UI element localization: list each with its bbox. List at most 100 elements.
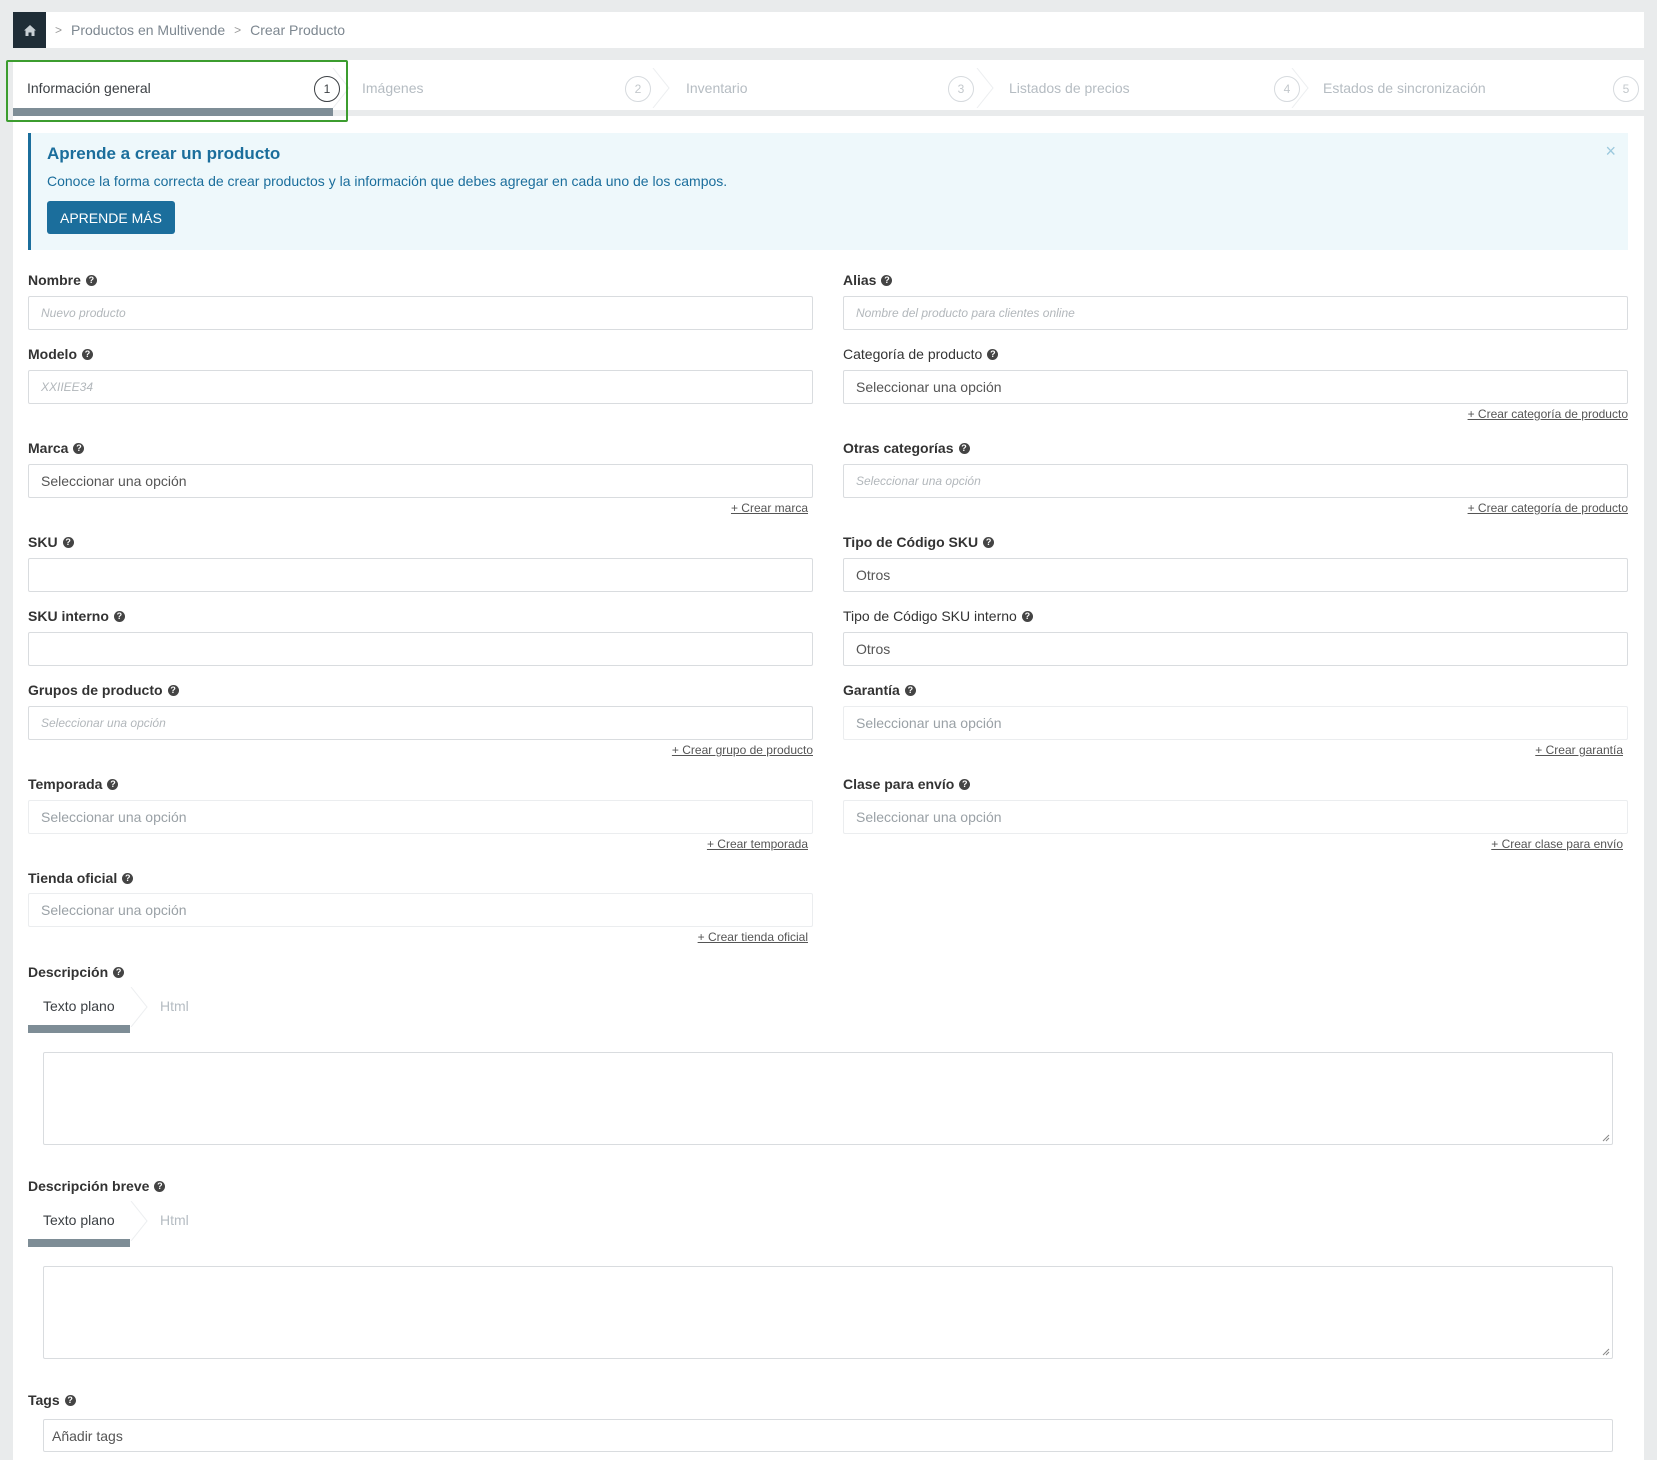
- help-icon[interactable]: ?: [983, 536, 995, 548]
- tab-html[interactable]: Html: [160, 1201, 189, 1239]
- create-brand-link[interactable]: + Crear marca: [628, 501, 808, 515]
- help-icon[interactable]: ?: [1021, 610, 1033, 622]
- help-icon[interactable]: ?: [959, 778, 971, 790]
- label-text: Tipo de Código SKU: [843, 534, 979, 550]
- help-icon[interactable]: ?: [64, 1394, 76, 1406]
- label-text: SKU: [28, 534, 58, 550]
- descripcion-format-tabs: Texto plano Html: [28, 987, 328, 1033]
- help-icon[interactable]: ?: [73, 442, 85, 454]
- help-icon[interactable]: ?: [904, 684, 916, 696]
- tags-input[interactable]: Añadir tags: [43, 1419, 1613, 1452]
- create-official-store-link[interactable]: + Crear tienda oficial: [628, 930, 808, 944]
- descripcion-breve-format-tabs: Texto plano Html: [28, 1201, 328, 1247]
- create-shipping-class-link[interactable]: + Crear clase para envío: [1423, 837, 1623, 851]
- otras-categorias-label: Otras categorías?: [843, 440, 970, 456]
- label-text: SKU interno: [28, 608, 109, 624]
- create-category-link-2[interactable]: + Crear categoría de producto: [1408, 501, 1628, 515]
- create-category-link[interactable]: + Crear categoría de producto: [1408, 407, 1628, 421]
- tipo-sku-interno-value: Otros: [856, 641, 891, 657]
- help-icon[interactable]: ?: [82, 348, 93, 360]
- breadcrumb-item-products[interactable]: Productos en Multivende: [71, 22, 225, 38]
- help-icon[interactable]: ?: [122, 872, 134, 884]
- tipo-sku-value: Otros: [856, 567, 891, 583]
- step-number-badge: 5: [1613, 76, 1639, 102]
- tienda-placeholder: Seleccionar una opción: [41, 902, 187, 918]
- sku-input[interactable]: [28, 558, 813, 592]
- active-subtab-indicator: [28, 1239, 130, 1247]
- tab-arrow-divider: [130, 987, 148, 1027]
- help-icon[interactable]: ?: [958, 442, 970, 454]
- alert-title: Aprende a crear un producto: [47, 144, 281, 163]
- help-icon[interactable]: ?: [987, 348, 999, 360]
- help-icon[interactable]: ?: [62, 536, 74, 548]
- create-warranty-link[interactable]: + Crear garantía: [1443, 743, 1623, 757]
- create-product-group-link[interactable]: + Crear grupo de producto: [613, 743, 813, 757]
- label-text: Tags: [28, 1392, 60, 1408]
- descripcion-textarea[interactable]: [43, 1052, 1613, 1145]
- help-icon[interactable]: ?: [107, 778, 119, 790]
- sku-interno-label: SKU interno?: [28, 608, 125, 624]
- temporada-select[interactable]: Seleccionar una opción: [28, 800, 813, 834]
- garantia-select[interactable]: Seleccionar una opción: [843, 706, 1628, 740]
- alias-placeholder: Nombre del producto para clientes online: [856, 306, 1075, 320]
- create-season-link[interactable]: + Crear temporada: [628, 837, 808, 851]
- tab-label: Inventario: [686, 80, 748, 96]
- tienda-select[interactable]: Seleccionar una opción: [28, 893, 813, 927]
- help-icon[interactable]: ?: [154, 1180, 166, 1192]
- otras-categorias-placeholder: Seleccionar una opción: [856, 474, 981, 488]
- resize-handle-icon[interactable]: [1602, 1134, 1610, 1142]
- tipo-sku-select[interactable]: Otros: [843, 558, 1628, 592]
- nombre-placeholder: Nuevo producto: [41, 306, 126, 320]
- grupos-placeholder: Seleccionar una opción: [41, 716, 166, 730]
- marca-value: Seleccionar una opción: [41, 473, 187, 489]
- otras-categorias-select[interactable]: Seleccionar una opción: [843, 464, 1628, 498]
- marca-select[interactable]: Seleccionar una opción: [28, 464, 813, 498]
- help-icon[interactable]: ?: [167, 684, 179, 696]
- label-text: Otras categorías: [843, 440, 954, 456]
- tab-listados-precios[interactable]: Listados de precios 4: [1009, 68, 1300, 108]
- tab-label: Información general: [27, 80, 151, 96]
- tab-label: Estados de sincronización: [1323, 80, 1486, 96]
- home-button[interactable]: [13, 12, 46, 48]
- step-tabs: Información general 1 Imágenes 2 Inventa…: [13, 68, 1644, 116]
- breadcrumb: > Productos en Multivende > Crear Produc…: [13, 12, 1644, 48]
- clase-envio-select[interactable]: Seleccionar una opción: [843, 800, 1628, 834]
- info-alert: Aprende a crear un producto Conoce la fo…: [28, 133, 1628, 250]
- tab-imagenes[interactable]: Imágenes 2: [362, 68, 652, 108]
- grupos-select[interactable]: Seleccionar una opción: [28, 706, 813, 740]
- help-icon[interactable]: ?: [85, 274, 97, 286]
- close-icon[interactable]: ×: [1605, 141, 1616, 162]
- main-panel: Información general 1 Imágenes 2 Inventa…: [13, 60, 1644, 1460]
- label-text: Descripción breve: [28, 1178, 150, 1194]
- label-text: Grupos de producto: [28, 682, 163, 698]
- sku-interno-input[interactable]: [28, 632, 813, 666]
- tab-html[interactable]: Html: [160, 987, 189, 1025]
- descripcion-breve-textarea[interactable]: [43, 1266, 1613, 1359]
- label-text: Clase para envío: [843, 776, 955, 792]
- tab-estados-sincronizacion[interactable]: Estados de sincronización 5: [1323, 68, 1643, 108]
- alias-input[interactable]: Nombre del producto para clientes online: [843, 296, 1628, 330]
- grupos-label: Grupos de producto?: [28, 682, 179, 698]
- tab-informacion-general[interactable]: Información general 1: [27, 68, 340, 108]
- help-icon[interactable]: ?: [113, 966, 125, 978]
- nombre-input[interactable]: Nuevo producto: [28, 296, 813, 330]
- step-number-badge: 1: [314, 76, 340, 102]
- tab-inventario[interactable]: Inventario 3: [686, 68, 976, 108]
- help-icon[interactable]: ?: [113, 610, 125, 622]
- help-icon[interactable]: ?: [881, 274, 893, 286]
- temporada-placeholder: Seleccionar una opción: [41, 809, 187, 825]
- categoria-label: Categoría de producto?: [843, 346, 999, 362]
- home-icon: [23, 24, 36, 36]
- tab-texto-plano[interactable]: Texto plano: [43, 1201, 115, 1239]
- step-number-badge: 3: [948, 76, 974, 102]
- categoria-select[interactable]: Seleccionar una opción: [843, 370, 1628, 404]
- learn-more-button[interactable]: APRENDE MÁS: [47, 201, 175, 234]
- tab-label: Imágenes: [362, 80, 424, 96]
- tipo-sku-interno-select[interactable]: Otros: [843, 632, 1628, 666]
- modelo-input[interactable]: XXIIEE34: [28, 370, 813, 404]
- resize-handle-icon[interactable]: [1602, 1348, 1610, 1356]
- tab-texto-plano[interactable]: Texto plano: [43, 987, 115, 1025]
- chevron-right-icon: >: [55, 23, 63, 37]
- descripcion-breve-label: Descripción breve?: [28, 1178, 166, 1194]
- sku-label: SKU?: [28, 534, 74, 550]
